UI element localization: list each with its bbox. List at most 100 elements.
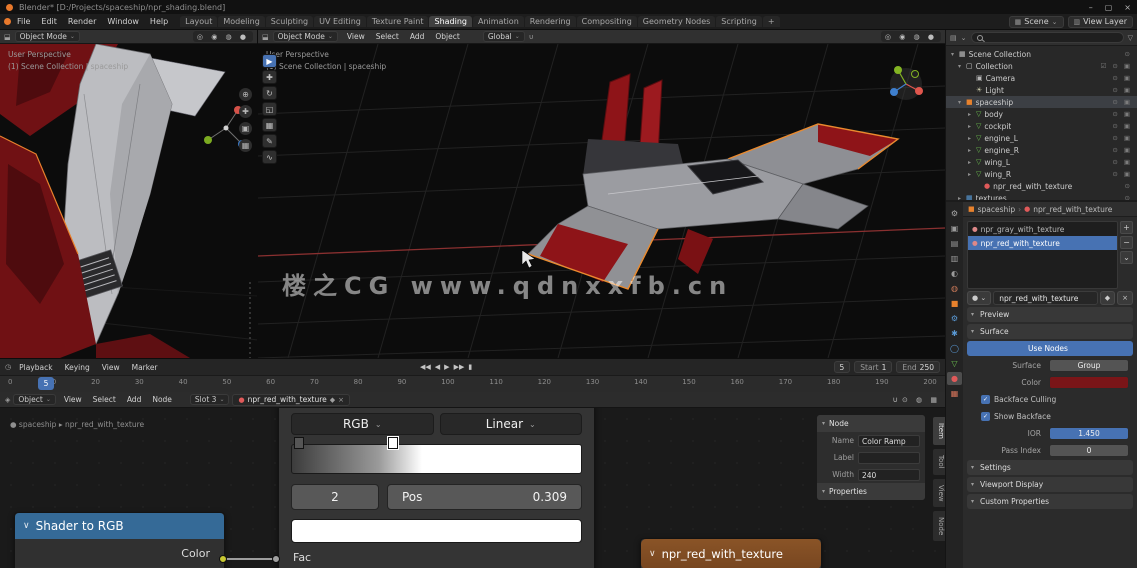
- fake-user-shield-icon[interactable]: ◆: [1099, 291, 1116, 305]
- properties-tab-icon[interactable]: ▦: [947, 387, 962, 400]
- shader-editor[interactable]: ◈ Object ⌄ View Select Add Node Slot 3 ⌄ ●: [0, 392, 945, 568]
- property-row[interactable]: Backface Culling: [967, 392, 1133, 407]
- disclosure-triangle-icon[interactable]: ▸: [966, 159, 973, 166]
- outliner-row[interactable]: ▾ ▦ Scene Collection ⊙: [946, 48, 1137, 60]
- shader-canvas[interactable]: ● spaceship ▸ npr_red_with_texture ∨ Sha…: [0, 408, 945, 568]
- datablock-name[interactable]: engine_R: [984, 146, 1019, 155]
- shader-menu-item[interactable]: Select: [88, 394, 121, 405]
- active-stop-color-swatch[interactable]: [291, 519, 582, 543]
- tool-button[interactable]: ✎: [262, 134, 277, 148]
- workspace-tab[interactable]: Layout: [180, 16, 218, 27]
- maximize-button[interactable]: ▢: [1105, 3, 1113, 12]
- disclosure-triangle-icon[interactable]: ▾: [956, 63, 963, 70]
- disclosure-triangle-icon[interactable]: ▸: [956, 195, 963, 201]
- sidebar-row-value[interactable]: [858, 451, 920, 464]
- datablock-name[interactable]: engine_L: [984, 134, 1018, 143]
- property-row[interactable]: Preview: [967, 307, 1133, 322]
- snap-magnet-icon[interactable]: ∪: [892, 395, 898, 404]
- editor-type-icon[interactable]: ⬓: [4, 33, 11, 41]
- visibility-toggle-icons[interactable]: ⊙ ▣: [1112, 122, 1132, 130]
- visibility-toggle-icons[interactable]: ⊙ ▣: [1112, 98, 1132, 106]
- stop-position-field[interactable]: Pos 0.309: [387, 484, 582, 510]
- property-row[interactable]: Use Nodes: [967, 341, 1133, 356]
- color-stop-1-active[interactable]: [388, 437, 398, 449]
- viewport-gizmo-icon[interactable]: ▣: [239, 122, 252, 135]
- properties-tab-icon[interactable]: ■: [947, 297, 962, 310]
- overlay-toggle-icons[interactable]: ⊙ ◍ ▦: [902, 396, 940, 404]
- outliner-row[interactable]: ▸ ▽ wing_R ⊙ ▣: [946, 168, 1137, 180]
- disclosure-triangle-icon[interactable]: ▸: [966, 171, 973, 178]
- visibility-toggle-icons[interactable]: ⊙ ▣: [1112, 134, 1132, 142]
- property-row[interactable]: Custom Properties: [967, 494, 1133, 509]
- viewport-right[interactable]: ⬓ Object Mode ⌄ View Select Add Object Glob…: [258, 30, 945, 358]
- transform-orientation-dropdown[interactable]: Global ⌄: [482, 31, 525, 42]
- visibility-toggle-icons[interactable]: ⊙ ▣: [1112, 110, 1132, 118]
- outliner-editor-icon[interactable]: ▤: [950, 34, 957, 42]
- node-group-npr-red[interactable]: ∨ npr_red_with_texture: [640, 538, 822, 568]
- outliner-row[interactable]: ☀ Light ⊙ ▣: [946, 84, 1137, 96]
- color-mode-dropdown[interactable]: RGB ⌄: [291, 413, 434, 435]
- datablock-name[interactable]: npr_red_with_texture: [993, 182, 1072, 191]
- mode-dropdown[interactable]: Object Mode ⌄: [272, 31, 338, 42]
- properties-tab-icon[interactable]: ✱: [947, 327, 962, 340]
- timeline-editor-icon[interactable]: ◷: [5, 363, 11, 371]
- timeline-editor[interactable]: ◷ Playback Keying View Marker ◀◀ ◀ ▶ ▶▶ ▮ 5 Sta…: [0, 358, 945, 392]
- property-row[interactable]: Settings: [967, 460, 1133, 475]
- active-stop-index-field[interactable]: 2: [291, 484, 379, 510]
- datablock-name[interactable]: wing_L: [984, 158, 1010, 167]
- view-layer-selector[interactable]: ▥ View Layer: [1067, 15, 1133, 28]
- disclosure-triangle-icon[interactable]: ▸: [966, 111, 973, 118]
- shader-menu-item[interactable]: View: [59, 394, 87, 405]
- unlink-icon[interactable]: ×: [338, 396, 344, 404]
- playback-button[interactable]: ▶▶: [454, 363, 465, 371]
- datablock-name[interactable]: textures: [976, 194, 1007, 201]
- property-value-field[interactable]: 1.450: [1049, 427, 1129, 440]
- workspace-tab[interactable]: Scripting: [716, 16, 762, 27]
- visibility-toggle-icons[interactable]: ⊙: [1125, 50, 1132, 58]
- timeline-ruler[interactable]: 0102030405060708090100110120130140150160…: [0, 376, 945, 392]
- visibility-toggle-icons[interactable]: ⊙: [1125, 194, 1132, 200]
- node-color-ramp[interactable]: ∨ Color Ramp RGB ⌄ Linear: [278, 408, 595, 568]
- sidebar-row[interactable]: Node: [817, 415, 925, 432]
- properties-tab-icon[interactable]: ◯: [947, 342, 962, 355]
- color-ramp-gradient[interactable]: [291, 437, 582, 474]
- visibility-toggle-icons[interactable]: ⊙: [1125, 182, 1132, 190]
- frame-end-field[interactable]: End 250: [896, 361, 940, 373]
- minimize-button[interactable]: –: [1089, 3, 1093, 12]
- property-value-field[interactable]: [1049, 376, 1129, 389]
- material-slot-dropdown[interactable]: Slot 3 ⌄: [189, 394, 230, 405]
- playback-button[interactable]: ▶: [444, 363, 449, 371]
- current-frame-field[interactable]: 5: [833, 361, 851, 373]
- outliner-row[interactable]: ▸ ▦ textures ⊙: [946, 192, 1137, 201]
- outliner-row[interactable]: ▣ Camera ⊙ ▣: [946, 72, 1137, 84]
- tool-button[interactable]: ↻: [262, 86, 277, 100]
- properties-editor[interactable]: ⚙ ▣ ▤ ▥ ◐ ◍ ■ ⚙ ✱ ◯ ▽ ● ▦ ■ spaceship › ● npr_red_wi…: [946, 202, 1137, 568]
- shading-mode-icons[interactable]: ◎ ◉ ◍ ●: [192, 31, 253, 42]
- datablock-name[interactable]: spaceship: [976, 98, 1014, 107]
- properties-tab-icon[interactable]: ◍: [947, 282, 962, 295]
- timeline-menu-item[interactable]: View: [97, 362, 125, 373]
- breadcrumb-material-name[interactable]: npr_red_with_texture: [1033, 205, 1112, 214]
- shader-menu-item[interactable]: Add: [122, 394, 147, 405]
- timeline-menu-item[interactable]: Marker: [127, 362, 163, 373]
- timeline-playhead[interactable]: 5: [38, 377, 54, 390]
- sidebar-row-value[interactable]: Color Ramp: [858, 434, 920, 447]
- sidebar-row-value[interactable]: 240: [858, 468, 920, 481]
- fac-input-socket[interactable]: [272, 555, 280, 563]
- property-row[interactable]: Color: [967, 375, 1133, 390]
- disclosure-triangle-icon[interactable]: ▸: [966, 135, 973, 142]
- material-slot-row[interactable]: ● npr_gray_with_texture: [968, 222, 1117, 236]
- properties-tab-icon[interactable]: ⚙: [947, 312, 962, 325]
- property-value-field[interactable]: Group: [1049, 359, 1129, 372]
- outliner-row[interactable]: ▾ ■ spaceship ⊙ ▣: [946, 96, 1137, 108]
- mode-dropdown[interactable]: Object Mode ⌄: [14, 31, 80, 42]
- frame-start-field[interactable]: Start 1: [854, 361, 893, 373]
- interpolation-dropdown[interactable]: Linear ⌄: [439, 413, 582, 435]
- workspace-tab[interactable]: Compositing: [576, 16, 637, 27]
- properties-tab-icon[interactable]: ▣: [947, 222, 962, 235]
- datablock-name[interactable]: cockpit: [984, 122, 1011, 131]
- menu-item[interactable]: File: [12, 16, 35, 27]
- disclosure-triangle-icon[interactable]: ▾: [949, 51, 956, 58]
- browse-material-button[interactable]: ● ⌄: [967, 291, 992, 305]
- workspace-tab[interactable]: Rendering: [524, 16, 576, 27]
